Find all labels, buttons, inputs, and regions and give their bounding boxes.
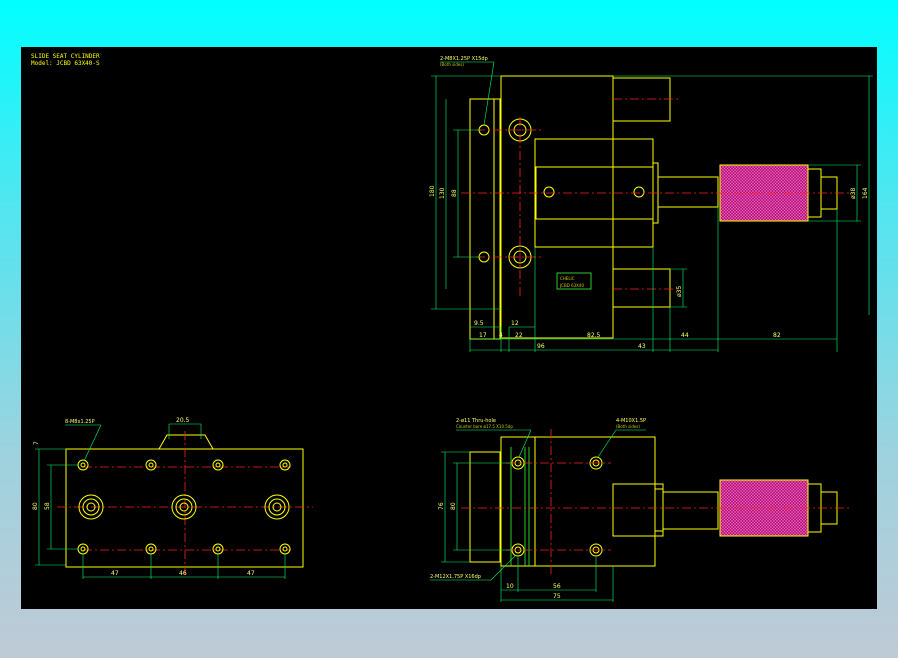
br-dim-75: 75 xyxy=(553,593,561,600)
top-dim-dia35: ø35 xyxy=(676,286,683,297)
bl-top-boss xyxy=(158,434,214,450)
bl-dim-47a: 47 xyxy=(111,570,119,577)
bl-callout: 8-M8x1.25P xyxy=(65,419,95,425)
bottom-left-view: 8-M8x1.25P 20.5 7 80 58 47 46 47 xyxy=(32,417,313,579)
br-dim-56: 56 xyxy=(553,583,561,590)
top-dim-9-5: 9.5 xyxy=(474,320,484,327)
bl-dim-47b: 47 xyxy=(247,570,255,577)
br-callout-left-sub: Counter bore ø17.5 X10.5dp xyxy=(456,424,513,429)
br-piston-rod xyxy=(662,491,719,530)
top-view: CHELIC JCBD 63X40 2-M8X1.25P X15dp (Both… xyxy=(429,56,873,352)
top-piston-rod xyxy=(657,176,719,208)
br-callout-bottom: 2-M12X1.75P X16dp xyxy=(430,574,481,580)
top-nameplate-sub: JCBD 63X40 xyxy=(559,283,584,288)
br-base-plate xyxy=(469,451,501,563)
drawing-model: Model: JCBD 63X40-S xyxy=(31,60,100,67)
bottom-right-view: 2-ø11 Thru-hole Counter bore ø17.5 X10.5… xyxy=(430,418,851,602)
cad-drawing: SLIDE SEAT CYLINDER Model: JCBD 63X40-S xyxy=(31,53,873,602)
top-dim-43: 43 xyxy=(638,343,646,350)
top-dim-17: 17 xyxy=(479,332,487,339)
top-guide-rod-upper xyxy=(612,77,671,122)
top-dim-88: 88 xyxy=(451,189,458,197)
top-body-block xyxy=(500,75,614,339)
top-dim-44: 44 xyxy=(681,332,689,339)
top-dim-164: 164 xyxy=(862,187,869,199)
bl-dim-46: 46 xyxy=(179,570,187,577)
top-dim-82: 82 xyxy=(773,332,781,339)
top-dim-22: 22 xyxy=(515,332,523,339)
cad-drawing-sheet: SLIDE SEAT CYLINDER Model: JCBD 63X40-S xyxy=(21,47,877,609)
top-callout-tap-sub: (Both sides) xyxy=(440,62,464,67)
br-dim-10: 10 xyxy=(506,583,514,590)
bl-dim-7: 7 xyxy=(33,441,40,445)
bl-dim-80: 80 xyxy=(32,502,39,510)
top-dim-130: 130 xyxy=(439,187,446,199)
top-guide-rod-lower xyxy=(612,268,671,308)
drawing-title: SLIDE SEAT CYLINDER xyxy=(31,53,100,60)
top-dim-dia38: ø38 xyxy=(850,188,857,199)
top-dim-96: 96 xyxy=(537,343,545,350)
bl-dim-58: 58 xyxy=(44,502,51,510)
br-dim-76: 76 xyxy=(438,502,445,510)
bl-dim-20-5: 20.5 xyxy=(176,417,190,424)
top-dim-180: 180 xyxy=(429,185,436,197)
top-nameplate-label: CHELIC xyxy=(560,276,575,281)
br-body-block xyxy=(500,436,656,567)
top-dim-12: 12 xyxy=(511,320,519,327)
top-dim-82-5: 82.5 xyxy=(587,332,601,339)
br-dim-80: 80 xyxy=(450,502,457,510)
br-callout-right-sub: (Both sides) xyxy=(616,424,640,429)
top-dim-4: 4 xyxy=(499,332,503,339)
